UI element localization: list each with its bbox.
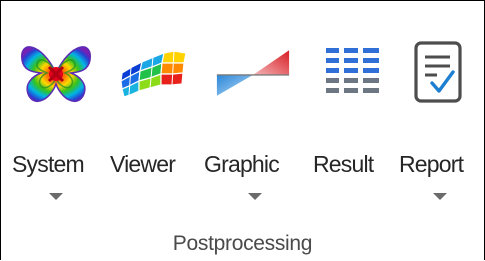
system-mode-shape-icon — [18, 35, 94, 111]
graphic-label: Graphic — [204, 151, 280, 177]
graphic-dropdown-arrow-icon[interactable] — [248, 193, 262, 200]
system-label: System — [12, 151, 85, 177]
system-dropdown-arrow-icon[interactable] — [49, 193, 63, 200]
group-label: Postprocessing — [172, 232, 313, 255]
graphic-button[interactable]: Graphic — [201, 1, 309, 206]
result-button[interactable]: Result — [309, 1, 397, 206]
report-checklist-icon — [400, 35, 476, 111]
ribbon-panel: System Viewer Graphic Result Report Post… — [0, 0, 485, 260]
report-dropdown-arrow-icon[interactable] — [433, 193, 447, 200]
report-button[interactable]: Report — [397, 1, 483, 206]
graphic-wedge-icon — [215, 35, 291, 111]
result-table-icon — [314, 35, 390, 111]
viewer-button[interactable]: Viewer — [106, 1, 201, 206]
viewer-surface-plot-icon — [118, 35, 194, 111]
result-label: Result — [313, 151, 374, 177]
postprocessing-group: System Viewer Graphic Result Report Post… — [1, 1, 484, 260]
report-label: Report — [399, 151, 464, 177]
viewer-label: Viewer — [110, 151, 176, 177]
system-button[interactable]: System — [6, 1, 106, 206]
